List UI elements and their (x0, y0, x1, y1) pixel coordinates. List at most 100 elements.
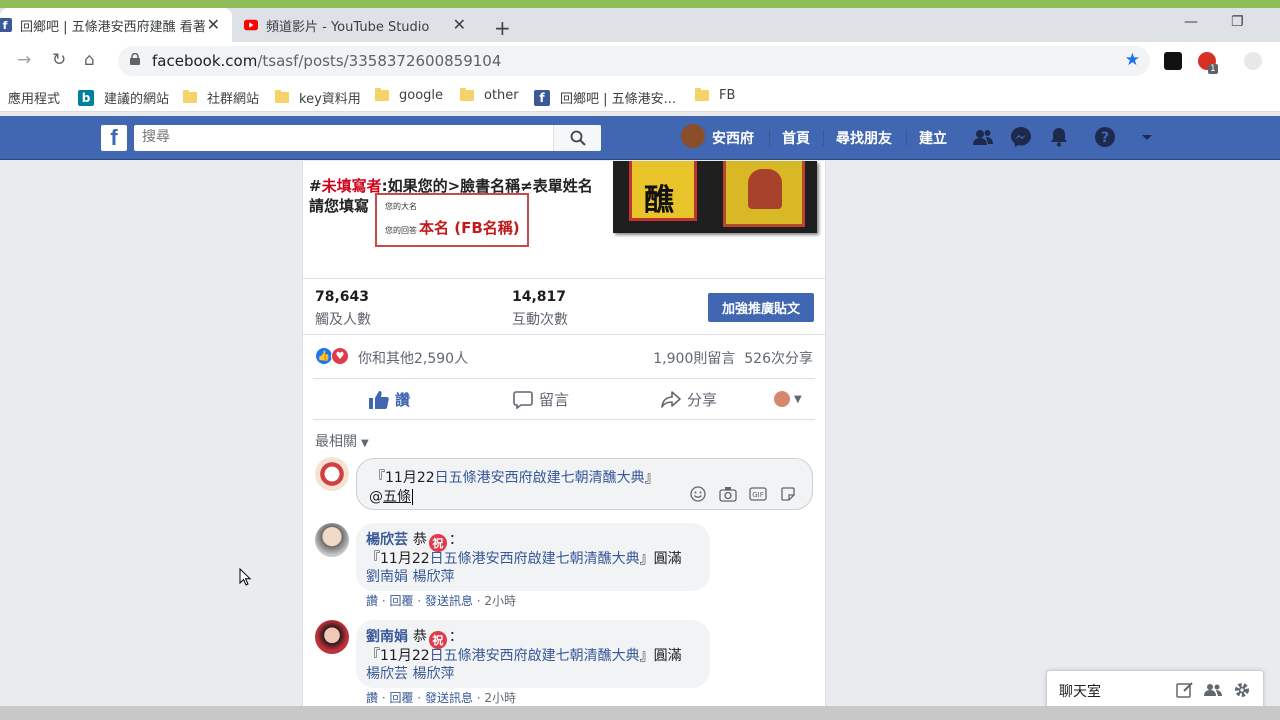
messenger-icon[interactable] (1010, 126, 1032, 148)
amulet-bag: 醮 (629, 161, 697, 221)
comment-timestamp[interactable]: 2小時 (484, 691, 516, 705)
camera-icon[interactable] (718, 485, 738, 503)
comment-tags[interactable]: 楊欣芸 楊欣萍 (366, 663, 454, 683)
comment-timestamp[interactable]: 2小時 (484, 594, 516, 608)
thumbs-up-icon (369, 390, 389, 409)
reactions-text[interactable]: 你和其他2,590人 (358, 348, 468, 368)
comment-message-link[interactable]: 發送訊息 (425, 594, 473, 608)
post-as-selector[interactable]: ▼ (774, 391, 802, 407)
bookmark-label: 回鄉吧 | 五條港安... (560, 92, 677, 107)
sticker-icon[interactable] (778, 485, 798, 503)
reach-stat: 78,643 觸及人數 (315, 289, 371, 329)
bookmark-folder-google[interactable]: google (375, 88, 443, 103)
facebook-logo-icon[interactable]: f (101, 125, 127, 151)
comment-meta: 讚 · 回覆 · 發送訊息 · 2小時 (366, 691, 517, 705)
minimize-icon[interactable]: — (1184, 14, 1198, 30)
comment-composer[interactable]: 『11月22日五條港安西府啟建七朝清醮大典』 @五條 GIF (356, 458, 813, 510)
comment-label: 留言 (539, 391, 570, 409)
comment-bubble: 劉南娟 恭祝： 『11月22日五條港安西府啟建七朝清醮大典』圓滿 楊欣芸 楊欣萍 (356, 620, 710, 688)
comment-reply-link[interactable]: 回覆 (389, 691, 413, 705)
address-bar[interactable]: facebook.com/tsasf/posts/335837260085910… (118, 46, 1150, 76)
engagement-stat: 14,817 互動次數 (512, 289, 568, 329)
close-tab-icon[interactable]: ✕ (207, 15, 220, 34)
comment-author[interactable]: 劉南娟 (366, 629, 408, 645)
tab-youtube-studio[interactable]: 頻道影片 - YouTube Studio ✕ (240, 8, 478, 42)
deity-figure (748, 169, 782, 209)
nav-divider (769, 130, 770, 146)
folder-icon (183, 90, 197, 103)
tab-facebook-post[interactable]: f 回鄉吧 | 五條港安西府建醮 看著 ✕ (0, 8, 232, 42)
tab-title: 頻道影片 - YouTube Studio (266, 19, 430, 35)
commenter-avatar[interactable] (315, 523, 349, 557)
comment-author[interactable]: 楊欣芸 (366, 532, 408, 548)
emoji-icon[interactable] (688, 485, 708, 503)
bookmark-folder-key[interactable]: key資料用 (275, 88, 361, 107)
new-message-icon[interactable] (1176, 681, 1194, 699)
share-button[interactable]: 分享 (661, 389, 717, 410)
nav-find-friends[interactable]: 尋找朋友 (836, 128, 892, 148)
bookmark-suggested[interactable]: b 建議的網站 (78, 88, 169, 107)
search-input[interactable] (142, 129, 542, 145)
search-icon[interactable] (553, 125, 601, 151)
commenter-avatar[interactable] (315, 620, 349, 654)
namebox-example-text: 本名 (FB名稱) (419, 219, 520, 237)
tab-title: 回鄉吧 | 五條港安西府建醮 看著 (20, 19, 206, 35)
close-tab-icon[interactable]: ✕ (453, 15, 466, 34)
back-arrow-icon[interactable]: → (17, 50, 31, 70)
browser-toolbar: → ↻ ⌂ facebook.com/tsasf/posts/335837260… (0, 42, 1280, 80)
help-icon[interactable]: ? (1094, 126, 1116, 148)
boost-post-button[interactable]: 加強推廣貼文 (708, 293, 814, 322)
reactions-summary: 👍 ♥ 你和其他2,590人 1,900則留言 526次分享 (303, 334, 825, 378)
facebook-header: f 安西府 首頁 尋找朋友 建立 ? (0, 116, 1280, 160)
bookmark-star-icon[interactable]: ★ (1125, 50, 1140, 70)
comment-button[interactable]: 留言 (513, 389, 569, 410)
page-avatar-mini-icon (774, 391, 790, 407)
mouse-cursor-icon (239, 568, 251, 586)
notion-extension-icon[interactable] (1164, 52, 1182, 70)
url-text: facebook.com/tsasf/posts/335837260085910… (152, 52, 502, 70)
bookmark-label: key資料用 (299, 92, 361, 107)
comment-like-link[interactable]: 讚 (366, 691, 378, 705)
comment-message-link[interactable]: 發送訊息 (425, 691, 473, 705)
friend-requests-icon[interactable] (972, 126, 994, 148)
comment-sort[interactable]: 最相關 ▼ (315, 431, 369, 451)
post-image-text-line: 請您填寫 (309, 197, 370, 215)
shares-count[interactable]: 526次分享 (744, 351, 813, 367)
restore-icon[interactable]: ❐ (1231, 14, 1244, 30)
post-image[interactable]: #未填寫者:如果您的>臉書名稱≠表單姓名 請您填寫 您的大名 您的回答 本名 (… (303, 161, 825, 253)
profile-avatar-icon[interactable] (1244, 52, 1262, 70)
comment-meta: 讚 · 回覆 · 發送訊息 · 2小時 (366, 594, 517, 608)
reaction-icons[interactable]: 👍 ♥ (315, 347, 349, 365)
new-group-icon[interactable] (1204, 681, 1222, 699)
new-tab-button[interactable]: + (494, 16, 511, 40)
nav-home[interactable]: 首頁 (782, 128, 810, 148)
bookmark-apps[interactable]: 應用程式 (8, 88, 60, 107)
profile-avatar[interactable] (681, 124, 705, 148)
comment-text: 『11月22日五條港安西府啟建七朝清醮大典』圓滿 (366, 648, 682, 664)
settings-gear-icon[interactable] (1233, 681, 1251, 699)
bookmark-facebook-page[interactable]: f 回鄉吧 | 五條港安... (534, 88, 676, 107)
bookmark-folder-social[interactable]: 社群網站 (183, 88, 259, 107)
chat-tab[interactable]: 聊天室 (1046, 670, 1264, 710)
comment-tags[interactable]: 劉南娟 楊欣萍 (366, 566, 454, 586)
bookmark-label: other (484, 88, 519, 103)
bookmark-folder-fb[interactable]: FB (695, 88, 735, 103)
bookmark-folder-other[interactable]: other (460, 88, 519, 103)
folder-icon (275, 90, 289, 103)
folder-icon (460, 88, 474, 101)
nav-create[interactable]: 建立 (919, 128, 947, 148)
reload-icon[interactable]: ↻ (52, 50, 66, 70)
comments-count[interactable]: 1,900則留言 (653, 351, 735, 367)
comment-like-link[interactable]: 讚 (366, 594, 378, 608)
home-icon[interactable]: ⌂ (84, 50, 95, 70)
gif-icon[interactable]: GIF (748, 485, 768, 503)
nav-profile[interactable]: 安西府 (712, 128, 754, 148)
reach-label: 觸及人數 (315, 312, 371, 328)
account-menu-caret-icon[interactable] (1136, 126, 1158, 148)
extension-badge: 1 (1208, 64, 1218, 74)
notifications-bell-icon[interactable] (1048, 126, 1070, 148)
like-button[interactable]: 讚 (369, 389, 410, 410)
comment-reply-link[interactable]: 回覆 (389, 594, 413, 608)
horizontal-scrollbar[interactable] (0, 706, 1280, 720)
page-avatar[interactable] (315, 457, 349, 491)
